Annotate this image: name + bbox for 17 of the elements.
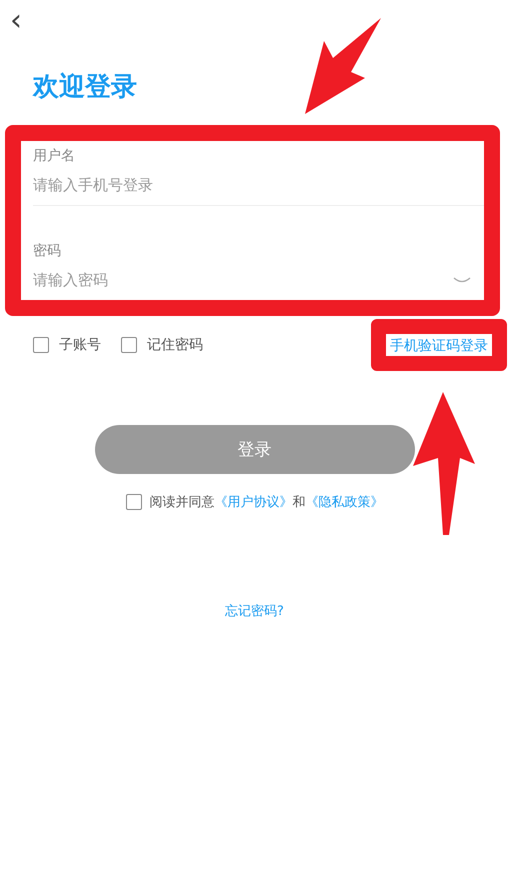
forgot-password-link[interactable]: 忘记密码? [225,602,284,620]
user-agreement-link[interactable]: 《用户协议》 [214,493,292,511]
back-button[interactable]: ‹ [10,8,22,34]
checkbox-label: 子账号 [59,336,101,354]
login-button[interactable]: 登录 [94,425,414,474]
checkbox-label: 记住密码 [147,336,203,354]
agreement-text: 阅读并同意 [150,494,214,511]
checkbox[interactable] [126,494,142,510]
eye-closed-icon[interactable] [452,276,472,284]
checkbox[interactable] [33,337,49,353]
privacy-policy-link[interactable]: 《隐私政策》 [306,493,384,511]
page-title: 欢迎登录 [33,71,138,104]
agreement-text: 和 [292,494,306,511]
checkbox[interactable] [121,337,137,353]
field-label: 用户名 [33,147,76,165]
field-label: 密码 [33,242,62,260]
sms-login-link[interactable]: 手机验证码登录 [390,338,488,354]
